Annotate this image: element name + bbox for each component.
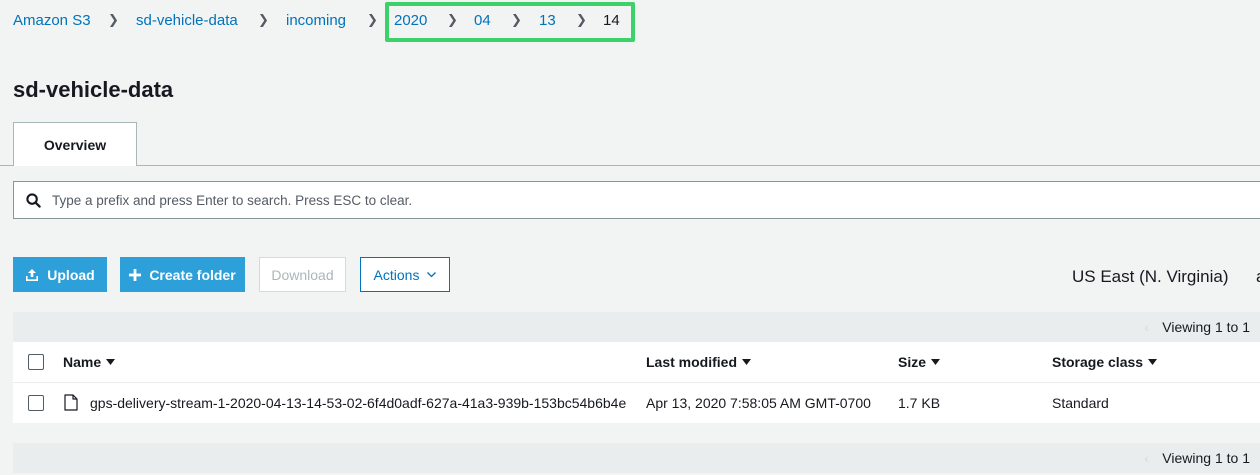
table-row[interactable]: gps-delivery-stream-1-2020-04-13-14-53-0… [13, 383, 1260, 423]
table-pagination-bottom: ‹ Viewing 1 to 1 [13, 443, 1260, 473]
column-header-last-modified[interactable]: Last modified [646, 354, 752, 370]
column-storage-class-label: Storage class [1052, 354, 1144, 370]
breadcrumb-incoming[interactable]: incoming [286, 12, 346, 29]
region-extra-text: a [1256, 267, 1260, 287]
file-last-modified: Apr 13, 2020 7:58:05 AM GMT-0700 [646, 395, 871, 411]
column-header-size[interactable]: Size [898, 354, 941, 370]
upload-label: Upload [47, 266, 95, 283]
select-all-checkbox[interactable] [28, 354, 44, 370]
breadcrumb: Amazon S3 ❯ sd-vehicle-data ❯ incoming ❯… [0, 0, 1260, 42]
chevron-right-icon: ❯ [511, 12, 522, 27]
pagination-prev-icon[interactable]: ‹ [1144, 319, 1149, 335]
tab-overview[interactable]: Overview [13, 122, 137, 166]
chevron-right-icon: ❯ [447, 12, 458, 27]
chevron-down-icon [427, 271, 437, 278]
file-name-link[interactable]: gps-delivery-stream-1-2020-04-13-14-53-0… [90, 395, 637, 411]
column-header-storage-class[interactable]: Storage class [1052, 354, 1158, 370]
viewing-count-text: Viewing 1 to 1 [1162, 319, 1250, 335]
plus-icon [129, 268, 142, 281]
file-icon [64, 394, 78, 416]
viewing-count: ‹ Viewing 1 to 1 [1144, 450, 1250, 466]
viewing-count: ‹ Viewing 1 to 1 [1144, 319, 1250, 335]
pagination-prev-icon[interactable]: ‹ [1144, 450, 1149, 466]
breadcrumb-hour: 14 [603, 12, 620, 29]
create-folder-label: Create folder [149, 266, 236, 283]
chevron-right-icon: ❯ [258, 12, 269, 27]
column-last-modified-label: Last modified [646, 354, 738, 370]
search-icon [14, 182, 52, 218]
region-label: US East (N. Virginia) [1072, 267, 1229, 286]
tabs-divider [0, 165, 1260, 166]
breadcrumb-year[interactable]: 2020 [394, 12, 427, 29]
table-pagination-top: ‹ Viewing 1 to 1 [13, 312, 1260, 342]
sort-caret-icon [1148, 359, 1158, 365]
breadcrumb-bucket[interactable]: sd-vehicle-data [136, 12, 238, 29]
page-title: sd-vehicle-data [13, 77, 174, 102]
file-size: 1.7 KB [898, 395, 941, 411]
s3-console-page: Amazon S3 ❯ sd-vehicle-data ❯ incoming ❯… [0, 0, 1260, 475]
sort-caret-icon [931, 359, 941, 365]
upload-icon [25, 268, 39, 282]
chevron-right-icon: ❯ [367, 12, 378, 27]
row-checkbox[interactable] [28, 395, 44, 411]
create-folder-button[interactable]: Create folder [120, 257, 245, 292]
column-size-label: Size [898, 354, 927, 370]
upload-button[interactable]: Upload [13, 257, 107, 292]
column-header-name[interactable]: Name [63, 354, 116, 370]
actions-dropdown-button[interactable]: Actions [360, 257, 450, 292]
search-input[interactable] [52, 183, 1260, 217]
chevron-right-icon: ❯ [576, 12, 587, 27]
file-storage-class: Standard [1052, 395, 1109, 411]
chevron-right-icon: ❯ [108, 12, 119, 27]
sort-caret-icon [106, 359, 116, 365]
breadcrumb-amazon-s3[interactable]: Amazon S3 [13, 12, 91, 29]
breadcrumb-day[interactable]: 13 [539, 12, 556, 29]
sort-caret-icon [742, 359, 752, 365]
breadcrumb-month[interactable]: 04 [474, 12, 491, 29]
search-bar [13, 181, 1260, 219]
table-header: Name Last modified Size Storage class [13, 342, 1260, 383]
viewing-count-text: Viewing 1 to 1 [1162, 450, 1250, 466]
column-name-label: Name [63, 354, 102, 370]
download-button[interactable]: Download [259, 257, 346, 292]
actions-label: Actions [373, 266, 420, 283]
